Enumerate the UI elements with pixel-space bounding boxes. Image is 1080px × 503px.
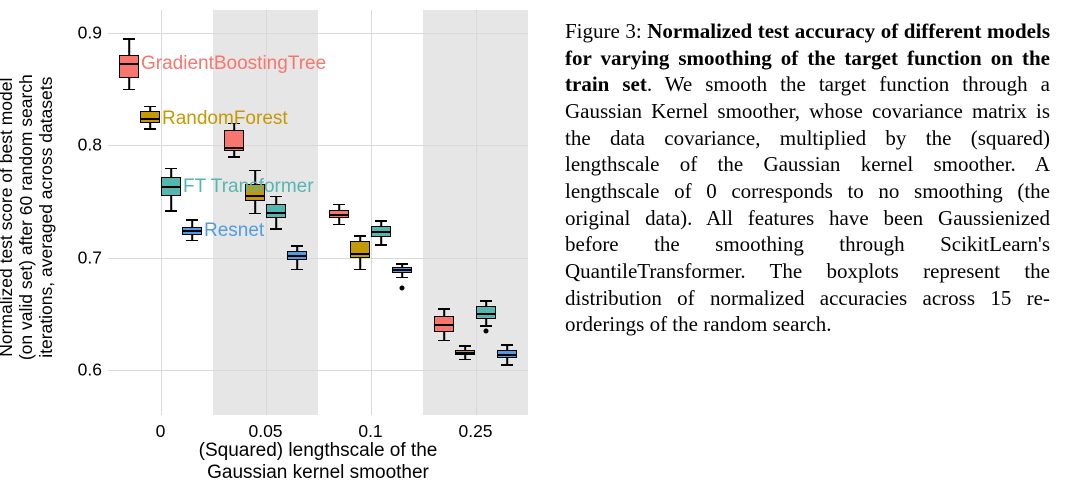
- figure-with-caption: Normalized test score of best model(on v…: [0, 0, 1080, 503]
- plot-outer: 0.60.70.80.900.050.10.25GradientBoosting…: [108, 10, 528, 415]
- figure-caption: Figure 3: Normalized test accuracy of di…: [555, 0, 1080, 503]
- chart-wrap: Normalized test score of best model(on v…: [0, 0, 555, 503]
- outlier-point: [400, 285, 405, 290]
- boxplot: [350, 10, 370, 415]
- outlier-point: [484, 328, 489, 333]
- series-label-gbt: GradientBoostingTree: [141, 53, 326, 75]
- caption-label: Figure 3:: [565, 19, 647, 43]
- x-tick-label: 0.1: [358, 421, 382, 442]
- y-axis-label-text: Normalized test score of best model(on v…: [0, 75, 56, 361]
- boxplot: [497, 10, 517, 415]
- boxplot: [392, 10, 412, 415]
- chart-panel: Normalized test score of best model(on v…: [0, 0, 555, 503]
- y-tick-label: 0.9: [78, 22, 102, 43]
- y-axis-label: Normalized test score of best model(on v…: [0, 0, 52, 435]
- boxplot: [455, 10, 475, 415]
- x-axis-label-text: (Squared) lengthscale of theGaussian ker…: [199, 440, 438, 483]
- series-label-resnet: Resnet: [204, 220, 264, 242]
- boxplot: [371, 10, 391, 415]
- boxplot: [434, 10, 454, 415]
- y-tick-label: 0.7: [78, 247, 102, 268]
- boxplot: [476, 10, 496, 415]
- y-tick-label: 0.8: [78, 135, 102, 156]
- y-tick-label: 0.6: [78, 360, 102, 381]
- boxplot: [119, 10, 139, 415]
- x-tick-label: 0: [156, 421, 166, 442]
- plot-area: 0.60.70.80.900.050.10.25GradientBoosting…: [108, 10, 528, 415]
- series-label-ftt: FT Transformer: [183, 176, 314, 198]
- boxplot: [329, 10, 349, 415]
- x-tick-label: 0.05: [248, 421, 282, 442]
- x-tick-label: 0.25: [458, 421, 492, 442]
- series-label-rf: RandomForest: [162, 108, 288, 130]
- caption-body: . We smooth the target function through …: [565, 72, 1050, 336]
- x-axis-label: (Squared) lengthscale of theGaussian ker…: [108, 440, 528, 484]
